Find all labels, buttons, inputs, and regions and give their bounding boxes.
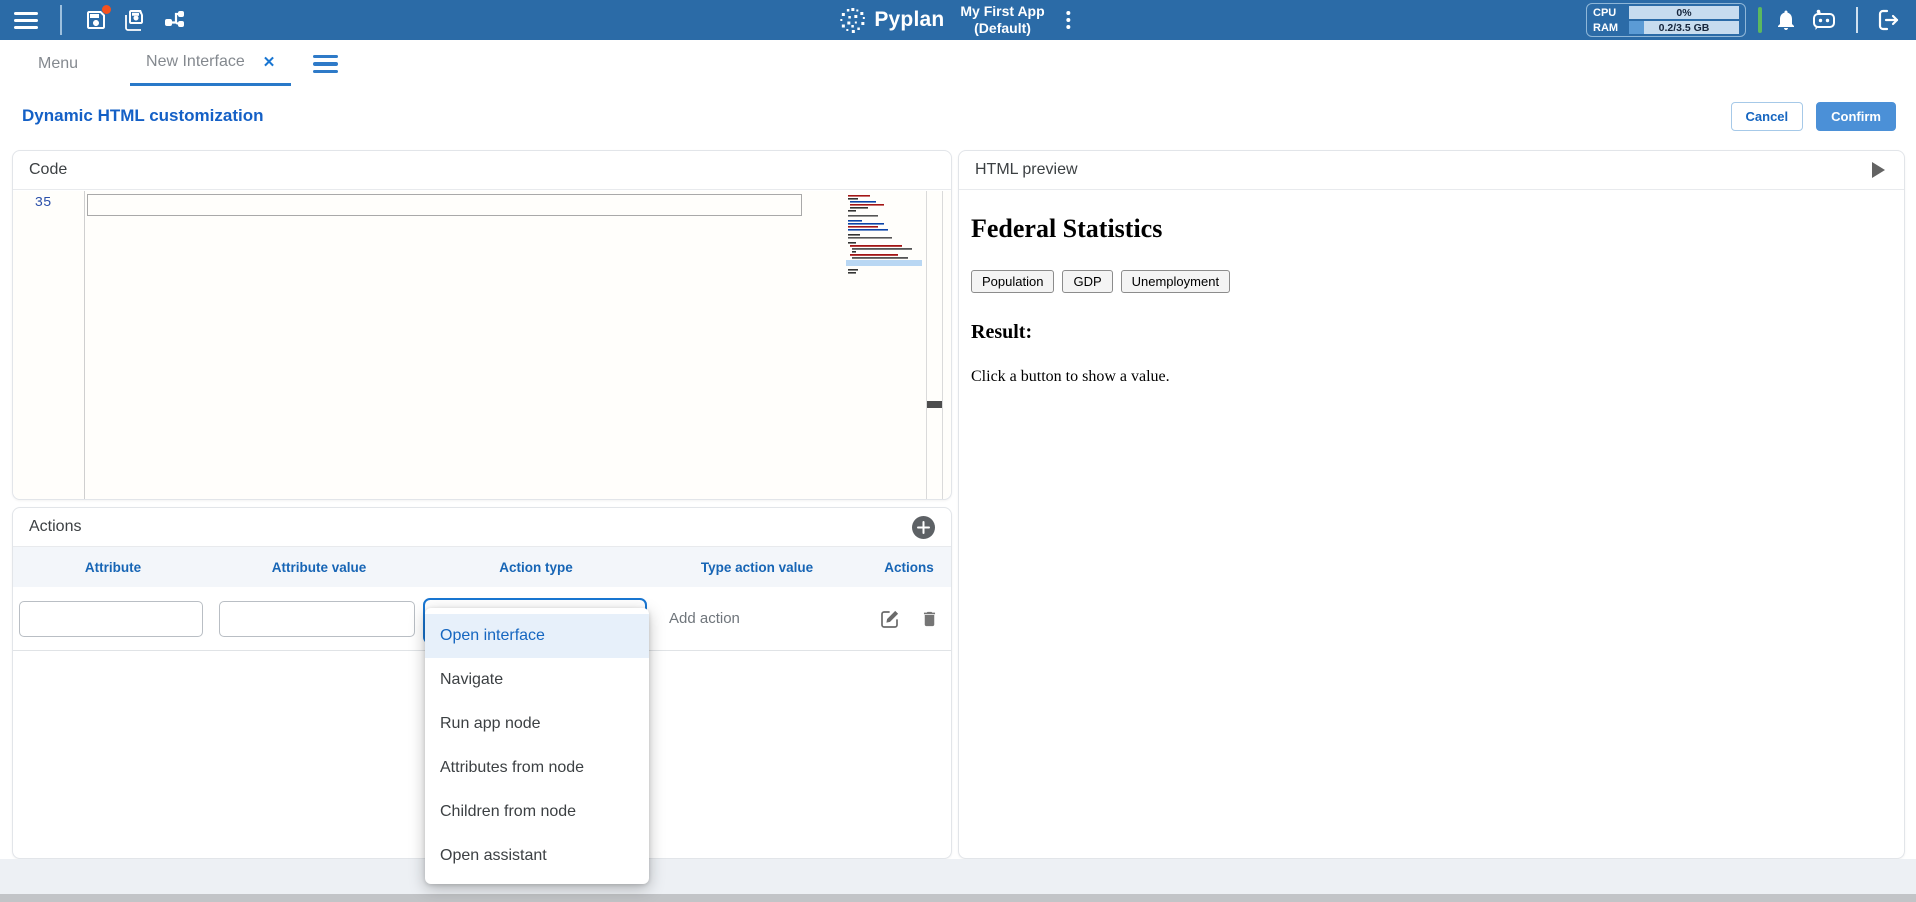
unsaved-changes-badge — [102, 5, 111, 14]
confirm-button[interactable]: Confirm — [1816, 102, 1896, 131]
result-text: Click a button to show a value. — [971, 368, 1892, 386]
page-footer — [0, 859, 1916, 894]
html-preview-panel: HTML preview Federal Statistics Populati… — [958, 150, 1905, 859]
page-footer-edge — [0, 894, 1916, 902]
ram-label: RAM — [1593, 22, 1623, 34]
dropdown-option-navigate[interactable]: Navigate — [425, 658, 649, 702]
preview-panel-title: HTML preview — [975, 161, 1078, 179]
minimap-viewport[interactable] — [846, 260, 922, 266]
logo-text: Pyplan — [874, 8, 944, 32]
dropdown-option-open-assistant[interactable]: Open assistant — [425, 834, 649, 878]
header-divider — [60, 5, 62, 35]
preview-content: Federal Statistics Population GDP Unempl… — [959, 190, 1904, 400]
run-preview-icon[interactable] — [1866, 159, 1888, 181]
editor-scrollbar[interactable] — [926, 191, 943, 499]
cpu-label: CPU — [1593, 7, 1623, 19]
app-menu-kebab-icon[interactable] — [1061, 9, 1077, 31]
pyplan-logo[interactable]: Pyplan — [839, 7, 944, 34]
column-header-attribute-value: Attribute value — [213, 560, 425, 575]
add-row-button[interactable] — [912, 516, 935, 539]
cpu-bar: 0% — [1629, 6, 1739, 19]
save-all-icon[interactable] — [122, 7, 148, 33]
editor-gutter: 35 — [13, 191, 85, 499]
column-header-action-type: Action type — [425, 560, 647, 575]
result-label: Result: — [971, 321, 1892, 344]
dropdown-option-attributes-from-node[interactable]: Attributes from node — [425, 746, 649, 790]
dropdown-option-children-from-node[interactable]: Children from node — [425, 790, 649, 834]
code-panel-title: Code — [13, 151, 951, 190]
logout-icon[interactable] — [1876, 7, 1902, 33]
attribute-input[interactable] — [19, 601, 203, 637]
resource-monitor: CPU 0% RAM 0.2/3.5 GB — [1586, 3, 1746, 37]
type-action-value-placeholder[interactable]: Add action — [647, 610, 867, 627]
code-panel: Code 35 — [12, 150, 952, 500]
dropdown-option-run-app-node[interactable]: Run app node — [425, 702, 649, 746]
cancel-button[interactable]: Cancel — [1731, 102, 1804, 131]
assistant-bot-icon[interactable] — [1810, 6, 1838, 34]
notifications-bell-icon[interactable] — [1774, 8, 1798, 32]
gdp-button[interactable]: GDP — [1062, 270, 1112, 293]
preview-heading: Federal Statistics — [971, 214, 1892, 244]
column-header-attribute: Attribute — [13, 560, 213, 575]
edit-action-icon[interactable] — [880, 609, 900, 629]
tab-new-interface[interactable]: New Interface ✕ — [130, 42, 291, 86]
column-header-type-action-value: Type action value — [647, 560, 867, 575]
tab-list-icon[interactable] — [313, 55, 338, 74]
column-header-actions: Actions — [867, 560, 951, 575]
line-number: 35 — [13, 195, 73, 211]
tab-close-icon[interactable]: ✕ — [263, 53, 276, 71]
page-title: Dynamic HTML customization — [22, 106, 264, 126]
app-header: Pyplan My First App (Default) CPU 0% RAM… — [0, 0, 1916, 40]
delete-action-icon[interactable] — [920, 609, 939, 629]
editor-scrollbar-thumb[interactable] — [927, 401, 942, 408]
interface-tabbar: Menu New Interface ✕ — [0, 40, 1916, 88]
actions-panel-title: Actions — [29, 518, 81, 536]
attribute-value-input[interactable] — [219, 601, 415, 637]
app-title[interactable]: My First App (Default) — [960, 3, 1044, 38]
ram-bar: 0.2/3.5 GB — [1629, 21, 1739, 34]
engine-status-indicator — [1758, 7, 1762, 33]
editor-active-line[interactable] — [87, 194, 802, 216]
action-type-dropdown: Open interface Navigate Run app node Att… — [425, 608, 649, 884]
unemployment-button[interactable]: Unemployment — [1121, 270, 1230, 293]
code-editor[interactable]: 35 — [13, 191, 951, 499]
save-icon[interactable] — [84, 8, 108, 32]
hamburger-menu-icon[interactable] — [14, 8, 38, 33]
tab-label: New Interface — [146, 53, 245, 71]
dropdown-option-open-interface[interactable]: Open interface — [425, 614, 649, 658]
tab-menu[interactable]: Menu — [30, 55, 86, 73]
pyplan-logo-icon — [839, 7, 866, 34]
model-network-icon[interactable] — [162, 7, 188, 33]
population-button[interactable]: Population — [971, 270, 1054, 293]
page-title-row: Dynamic HTML customization Cancel Confir… — [0, 96, 1916, 136]
actions-table-header: Attribute Attribute value Action type Ty… — [13, 547, 951, 587]
header-divider — [1856, 7, 1858, 33]
